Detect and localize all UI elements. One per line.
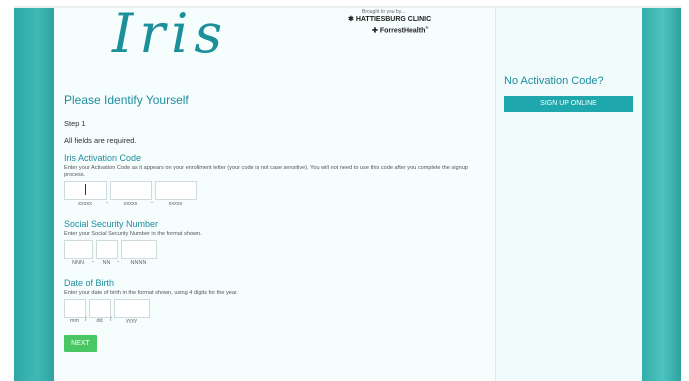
ssn-separator-1: - (92, 259, 94, 265)
clinic-mark-icon: ✱ (348, 16, 354, 23)
dob-label: Date of Birth (64, 278, 115, 288)
partner-name: ForrestHealth (379, 27, 426, 35)
iris-logo: Iris (112, 2, 229, 65)
clinic-logo: ✱ HATTIESBURG CLINIC (348, 15, 431, 23)
dob-description: Enter your date of birth in the format s… (64, 290, 239, 296)
dob-month-input[interactable] (64, 299, 86, 318)
dob-day-input[interactable] (89, 299, 111, 318)
activation-code-label: Iris Activation Code (64, 153, 142, 163)
ssn-part2-input[interactable] (96, 240, 118, 259)
left-decor-band (14, 8, 54, 381)
dob-separator-1: / (85, 317, 87, 323)
partner-logo: ✚ ForrestHealth® (372, 25, 429, 35)
clinic-name: HATTIESBURG CLINIC (355, 16, 432, 23)
text-caret (85, 184, 86, 195)
next-button[interactable]: NEXT (64, 335, 97, 352)
activation-hint-1: xxxxx (78, 201, 92, 207)
activation-separator-2: - (151, 200, 153, 206)
activation-code-part3-input[interactable] (155, 181, 197, 200)
partner-mark-icon: ✚ (372, 27, 378, 35)
signup-online-button[interactable]: SIGN UP ONLINE (504, 96, 633, 112)
ssn-hint-1: NNN (72, 260, 84, 266)
activation-hint-2: xxxxx (123, 201, 138, 207)
activation-separator-1: - (106, 200, 108, 206)
ssn-description: Enter your Social Security Number in the… (64, 231, 202, 237)
activation-code-part2-input[interactable] (110, 181, 152, 200)
ssn-label: Social Security Number (64, 219, 159, 229)
ssn-part1-input[interactable] (64, 240, 93, 259)
ssn-hint-2: NN (102, 260, 111, 266)
dob-separator-2: / (110, 317, 112, 323)
right-decor-band (641, 8, 681, 381)
dob-hint-year: yyyy (126, 318, 137, 324)
required-note: All fields are required. (64, 136, 137, 145)
ssn-part3-input[interactable] (121, 240, 157, 259)
page-frame: Iris Brought to you by... ✱ HATTIESBURG … (0, 0, 689, 381)
dob-hint-month: mm (69, 318, 80, 324)
step-label: Step 1 (64, 119, 86, 128)
ssn-separator-2: - (117, 259, 119, 265)
side-panel (495, 8, 642, 381)
ssn-hint-3: NNNN (130, 260, 147, 266)
activation-code-description: Enter your Activation Code as it appears… (64, 165, 468, 178)
dob-year-input[interactable] (114, 299, 150, 318)
activation-hint-3: xxxxx (168, 201, 183, 207)
no-activation-heading: No Activation Code? (504, 75, 604, 87)
page-title: Please Identify Yourself (64, 93, 189, 107)
dob-hint-day: dd (96, 318, 103, 324)
